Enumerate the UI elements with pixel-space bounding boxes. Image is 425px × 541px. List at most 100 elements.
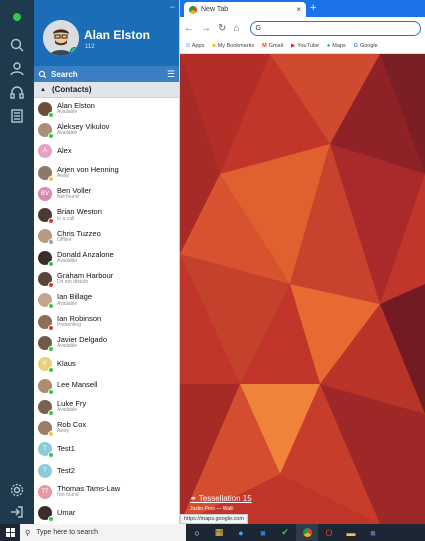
contact-text: Chris Tuzzeo Offline (57, 229, 101, 244)
contact-row[interactable]: Aleksey Vikulov Available (34, 119, 179, 140)
forward-arrow-icon[interactable]: → (201, 23, 211, 34)
contact-row[interactable]: Javier Delgado Available (34, 332, 179, 353)
search-icon[interactable] (9, 37, 25, 53)
gmail-icon: M (262, 43, 267, 49)
contacts-group-header[interactable]: ▲ (Contacts) (34, 82, 179, 98)
chrome-icon[interactable] (296, 524, 318, 541)
contact-initials: TT (41, 488, 49, 495)
file-explorer-icon[interactable]: ▦ (208, 524, 230, 541)
search-bar[interactable]: Search ☰ (34, 66, 179, 82)
taskbar: ⚲ Type here to search ○ ▦ ● ■ ✔ O ▬ ■ (0, 524, 425, 541)
bookmark-my-bookmarks[interactable]: ■ My Bookmarks (212, 43, 254, 49)
contact-text: Klaus (57, 359, 76, 368)
contact-status: Not found (57, 492, 79, 499)
contact-text: Aleksey Vikulov Available (57, 122, 109, 137)
contact-row[interactable]: Chris Tuzzeo Offline (34, 226, 179, 247)
bookmark-maps[interactable]: ● Maps (327, 43, 346, 49)
contact-name: Test1 (57, 444, 75, 454)
contact-row[interactable]: T Test1 (34, 439, 179, 460)
close-tab-icon[interactable]: × (296, 5, 301, 14)
minimize-icon[interactable]: − (170, 2, 175, 12)
contact-avatar: A (38, 144, 52, 159)
contact-text: Javier Delgado Available (57, 335, 107, 350)
contact-row[interactable]: Graham Harbour Do not disturb (34, 268, 179, 289)
list-view-icon[interactable]: ☰ (167, 69, 175, 80)
link-icon: ⚭ (190, 494, 199, 503)
contact-avatar: TT (38, 484, 52, 499)
contact-row[interactable]: A Alex (34, 141, 179, 162)
user-name: Alan Elston (84, 28, 151, 42)
nav-bar: ← → ↻ ⌂ G (180, 17, 425, 39)
check-app-icon[interactable]: ✔ (274, 524, 296, 541)
reload-icon[interactable]: ↻ (218, 23, 226, 34)
contact-row[interactable]: Brian Weston In a call (34, 204, 179, 225)
contact-status: Presenting (57, 321, 81, 328)
contact-list: Alan Elston Available Aleksey Vikulov Avail… (34, 98, 179, 524)
contact-row[interactable]: Donald Anzalone Available (34, 247, 179, 268)
contact-status: Offline (57, 236, 72, 243)
back-arrow-icon[interactable]: ← (184, 23, 194, 34)
contact-row[interactable]: Ian Robinson Presenting (34, 311, 179, 332)
contact-row[interactable]: T Test2 (34, 460, 179, 481)
tab-bar: New Tab × + (180, 0, 425, 17)
address-bar[interactable]: G (250, 20, 421, 36)
contact-status-dot (48, 516, 54, 523)
contact-row[interactable]: Lee Mansell (34, 375, 179, 396)
contact-text: Arjen von Henning Away (57, 165, 119, 180)
edge-icon[interactable]: ● (230, 524, 252, 541)
user-avatar[interactable] (43, 20, 79, 56)
outlook-icon[interactable]: ■ (252, 524, 274, 541)
search-icon (38, 70, 47, 78)
bookmark-gmail[interactable]: M Gmail (262, 43, 283, 49)
contact-status-dot (48, 239, 54, 246)
contact-row[interactable]: Arjen von Henning Away (34, 162, 179, 183)
contact-row[interactable]: Luke Fry Available (34, 396, 179, 417)
notes-app-icon[interactable]: ▬ (340, 524, 362, 541)
contact-avatar (38, 335, 54, 352)
contact-row[interactable]: K Klaus (34, 354, 179, 375)
contact-row[interactable]: BV Ben Voller Not found (34, 183, 179, 204)
contact-initials: T (43, 467, 47, 474)
background-credit[interactable]: ⚭ Tessellation 15 Justin Prno — Walli (190, 494, 252, 512)
bookmark-google[interactable]: G Google (354, 43, 378, 49)
search-label: Search (51, 69, 78, 79)
new-tab-button[interactable]: + (310, 2, 316, 14)
status-bar-url: https://maps.google.com (180, 514, 248, 524)
contact-text: Ian Billage Available (57, 293, 92, 307)
task-view-icon[interactable]: ○ (186, 524, 208, 541)
sign-out-icon[interactable] (9, 504, 25, 520)
bookmark-apps[interactable]: ∷ Apps (186, 43, 204, 49)
history-icon[interactable] (9, 108, 25, 124)
contact-avatar: K (38, 357, 54, 374)
contact-text: Alex (57, 146, 72, 155)
contact-text: Brian Weston In a call (57, 207, 102, 222)
contacts-icon[interactable] (9, 61, 25, 77)
headset-icon[interactable] (9, 85, 25, 101)
contact-row[interactable]: TT Thomas Tams-Law Not found (34, 481, 179, 502)
contact-row[interactable]: Ian Billage Available (34, 290, 179, 311)
contact-status-dot (48, 132, 54, 139)
contact-avatar (38, 506, 54, 523)
tab-new-tab[interactable]: New Tab × (184, 2, 306, 17)
contact-avatar: BV (38, 186, 52, 201)
google-icon: G (353, 43, 358, 49)
contact-text: Thomas Tams-Law Not found (57, 484, 120, 499)
contact-status-dot (48, 111, 54, 118)
contact-row[interactable]: Alan Elston Available (34, 98, 179, 119)
bookmark-youtube[interactable]: ▶ YouTube (291, 43, 319, 49)
settings-gear-icon[interactable] (9, 482, 25, 498)
background-title[interactable]: ⚭ Tessellation 15 (190, 494, 252, 503)
taskbar-search[interactable]: ⚲ Type here to search (20, 524, 186, 541)
contact-text: Test2 (57, 466, 75, 475)
chrome-icon (189, 5, 197, 14)
opera-icon[interactable]: O (318, 524, 340, 541)
contact-text: Rob Cox Away (57, 420, 86, 435)
contact-status-dot (48, 388, 54, 395)
folder-icon: ■ (212, 43, 216, 49)
windows-start-icon[interactable] (0, 524, 20, 541)
home-icon[interactable]: ⌂ (233, 23, 239, 34)
contact-row[interactable]: Umar (34, 503, 179, 524)
contact-text: Ian Robinson Presenting (57, 314, 101, 329)
contact-row[interactable]: Rob Cox Away (34, 417, 179, 438)
teams-icon[interactable]: ■ (362, 524, 384, 541)
